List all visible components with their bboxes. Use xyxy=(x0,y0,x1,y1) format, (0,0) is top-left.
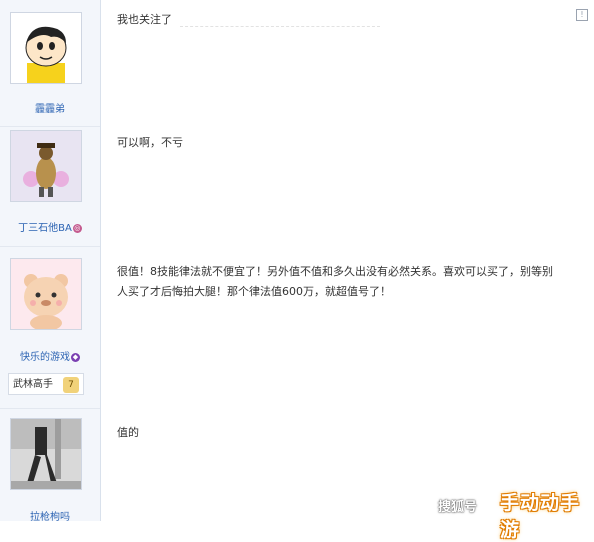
sohu-watermark: 搜狐号 xyxy=(438,500,478,515)
member-badge-icon: ◆ xyxy=(71,352,80,362)
crayon-shinchan-avatar-icon xyxy=(11,13,81,83)
username[interactable]: 丁三石他BA ◎ xyxy=(0,219,100,234)
avatar[interactable] xyxy=(10,418,82,490)
avatar[interactable] xyxy=(10,258,82,330)
username-text[interactable]: 快乐的游戏 xyxy=(20,352,70,363)
rank-level-icon: 7 xyxy=(63,377,79,393)
username-text[interactable]: 丁三石他BA xyxy=(18,223,72,234)
username-text[interactable]: 霾霾弟 xyxy=(35,104,65,115)
post-message: 我也关注了 xyxy=(117,13,172,26)
username-text[interactable]: 拉枪枸吗 xyxy=(30,512,70,523)
avatar[interactable] xyxy=(10,12,82,84)
user-sidebar: 霾霾弟 丁三石他BA ◎ 快乐的游戏 ◆ 武林高手 7 拉枪枸吗 xyxy=(0,0,101,523)
brand-watermark: 手动动手游 xyxy=(500,492,581,541)
cute-bear-avatar-icon xyxy=(11,259,81,329)
post-content-area: 我也关注了 可以啊，不亏 很值！8技能律法就不便宜了！另外值不值和多久出没有必然… xyxy=(100,0,594,521)
rank-title: 武林高手 xyxy=(13,379,53,390)
genie-character-avatar-icon xyxy=(11,131,81,201)
username[interactable]: 霾霾弟 xyxy=(0,100,100,115)
post-message: 值的 xyxy=(117,426,139,439)
street-photo-avatar-icon xyxy=(11,419,81,489)
report-icon[interactable]: ! xyxy=(576,9,588,21)
rank-badge: 武林高手 7 xyxy=(8,373,84,395)
divider xyxy=(180,26,380,27)
divider xyxy=(0,408,100,409)
post-message: 可以啊，不亏 xyxy=(117,136,183,149)
divider xyxy=(0,126,100,127)
avatar[interactable] xyxy=(10,130,82,202)
divider xyxy=(0,246,100,247)
member-badge-icon: ◎ xyxy=(72,223,82,233)
post-message: 很值！8技能律法就不便宜了！另外值不值和多久出没有必然关系。喜欢可以买了，别等别… xyxy=(117,265,553,298)
username[interactable]: 快乐的游戏 ◆ xyxy=(0,348,100,363)
